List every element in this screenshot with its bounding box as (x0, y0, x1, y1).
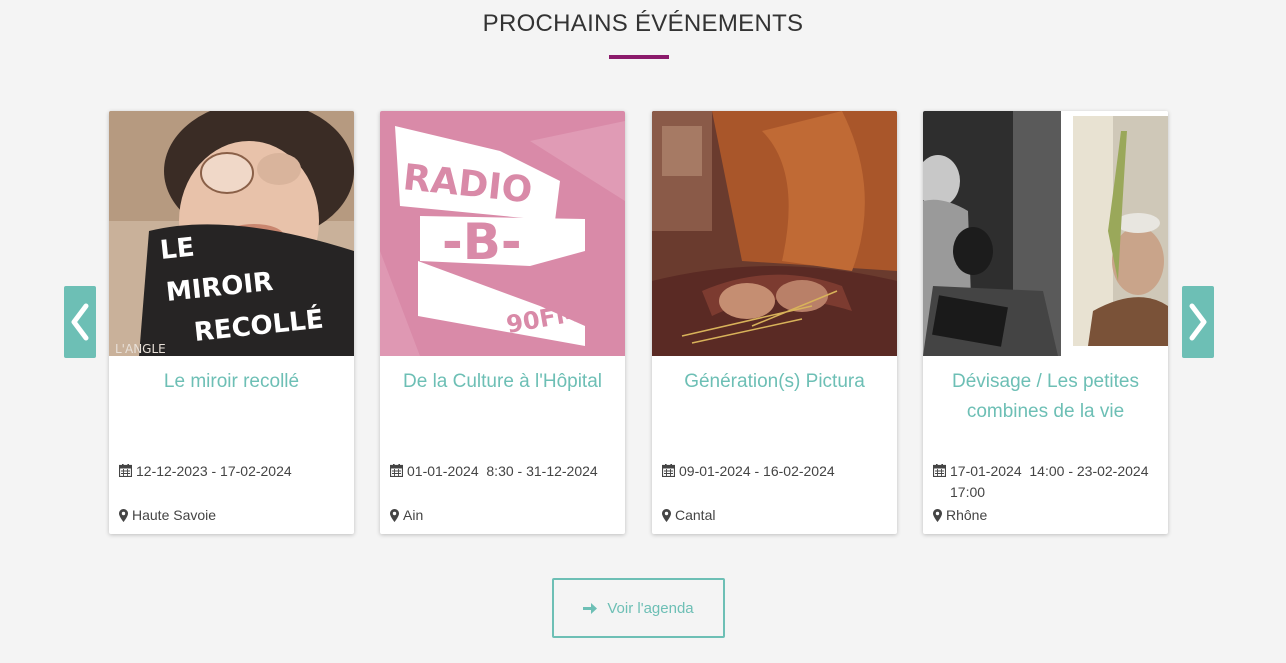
event-poster[interactable]: LE MIROIR RECOLLÉ L'ANGLE (109, 111, 354, 356)
poster-text: LE (159, 233, 196, 266)
event-title[interactable]: Dévisage / Les petites combines de la vi… (931, 367, 1160, 427)
event-title[interactable]: Le miroir recollé (117, 367, 346, 397)
calendar-icon (119, 464, 132, 477)
map-marker-icon (933, 508, 942, 522)
event-card[interactable]: Dévisage / Les petites combines de la vi… (923, 111, 1168, 534)
voir-agenda-label: Voir l'agenda (607, 599, 694, 617)
poster-credit: L'ANGLE (115, 342, 166, 356)
event-card[interactable]: LE MIROIR RECOLLÉ L'ANGLE Le miroir reco… (109, 111, 354, 534)
event-place: Haute Savoie (119, 505, 349, 525)
calendar-icon (662, 464, 675, 477)
map-marker-icon (662, 508, 671, 522)
event-card[interactable]: Génération(s) Pictura 09-01-2024 - 16-02… (652, 111, 897, 534)
event-date: 01-01-2024 8:30 - 31-12-2024 (390, 461, 620, 482)
event-poster[interactable]: RADIO -B- 90FM (380, 111, 625, 356)
event-date: 17-01-2024 14:00 - 23-02-2024 17:00 (933, 461, 1163, 503)
carousel-next-button[interactable] (1182, 286, 1214, 358)
section-title: PROCHAINS ÉVÉNEMENTS (482, 10, 804, 37)
map-marker-icon (390, 508, 399, 522)
arrow-right-icon (583, 602, 598, 614)
event-date: 09-01-2024 - 16-02-2024 (662, 461, 892, 482)
event-poster[interactable] (923, 111, 1168, 356)
calendar-icon (390, 464, 403, 477)
chevron-left-icon (71, 303, 89, 341)
title-underline (609, 55, 669, 59)
svg-text:-B-: -B- (442, 213, 522, 271)
event-poster[interactable] (652, 111, 897, 356)
event-place: Rhône (933, 505, 1163, 525)
event-date: 12-12-2023 - 17-02-2024 (119, 461, 349, 482)
calendar-icon (933, 464, 946, 477)
carousel-prev-button[interactable] (64, 286, 96, 358)
event-place: Cantal (662, 505, 892, 525)
event-card[interactable]: RADIO -B- 90FM De la Culture à l'Hôpital… (380, 111, 625, 534)
map-marker-icon (119, 508, 128, 522)
event-title[interactable]: De la Culture à l'Hôpital (388, 367, 617, 397)
event-title[interactable]: Génération(s) Pictura (660, 367, 889, 397)
event-place: Ain (390, 505, 620, 525)
chevron-right-icon (1189, 303, 1207, 341)
voir-agenda-button[interactable]: Voir l'agenda (552, 578, 725, 638)
